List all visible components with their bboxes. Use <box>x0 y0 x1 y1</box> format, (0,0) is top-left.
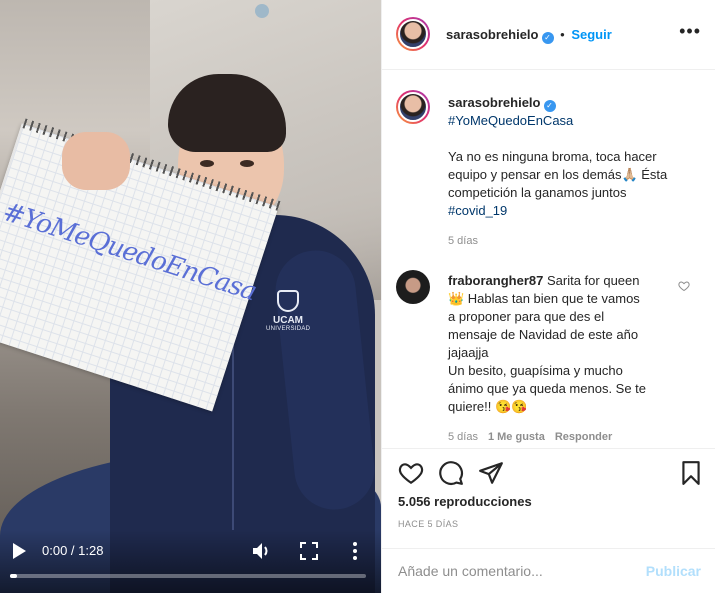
comment-line: Un besito, guapísima y mucho <box>448 363 623 378</box>
caption-hashtag-covid[interactable]: #covid_19 <box>448 202 678 220</box>
comment-line: 👑 Hablas tan bien que te vamos <box>448 291 640 306</box>
comment-likes[interactable]: 1 Me gusta <box>488 431 545 443</box>
comment-icon[interactable] <box>438 460 464 486</box>
post-video[interactable]: UCAM UNIVERSIDAD #YoMeQuedoEnCasa 0:00 /… <box>0 0 381 593</box>
comment-line: ánimo que ya queda menos. Se te <box>448 381 647 396</box>
video-controls: 0:00 / 1:28 <box>0 530 381 593</box>
header-user: sarasobrehielo ✓ • Seguir <box>446 27 612 44</box>
fullscreen-icon[interactable] <box>300 542 318 560</box>
video-time: 0:00 / 1:28 <box>42 543 104 558</box>
comment-time: 5 días <box>448 431 478 443</box>
add-comment-bar: Publicar <box>382 548 715 593</box>
comment-line: mensaje de Navidad de este año <box>448 327 639 342</box>
caption-line: competición la ganamos juntos <box>448 185 627 200</box>
comment-meta: 5 días 1 Me gusta Responder <box>448 428 678 446</box>
comment-username[interactable]: fraborangher87 <box>448 273 543 288</box>
notebook-hashtag: #YoMeQuedoEnCasa <box>0 197 260 308</box>
avatar-image <box>398 19 428 49</box>
hand <box>62 132 130 190</box>
ceiling-lamp <box>255 4 269 18</box>
reply-button[interactable]: Responder <box>555 431 612 443</box>
follow-button[interactable]: Seguir <box>571 27 611 42</box>
verified-badge-icon: ✓ <box>541 32 554 44</box>
play-icon[interactable] <box>12 543 26 559</box>
comment-avatar[interactable] <box>396 270 430 304</box>
comment-content: fraborangher87 Sarita for queen 👑 Hablas… <box>448 272 678 446</box>
comment-line: quiere!! 😘😘 <box>448 399 528 414</box>
share-icon[interactable] <box>478 460 504 486</box>
header-separator: • <box>560 27 565 42</box>
caption-time: 5 días <box>448 235 478 247</box>
like-comment-heart-icon[interactable] <box>678 280 690 292</box>
video-progress-bar[interactable] <box>10 574 366 578</box>
post-sidebar: sarasobrehielo ✓ • Seguir ••• sarasobrehi… <box>381 0 715 593</box>
comment-line: jajaajja <box>448 345 489 360</box>
logo-subtext: UNIVERSIDAD <box>266 326 311 332</box>
ellipsis-icon[interactable]: ••• <box>679 22 701 40</box>
bookmark-icon[interactable] <box>678 460 704 486</box>
post-date[interactable]: HACE 5 DÍAS <box>398 519 458 529</box>
eye-right <box>240 160 254 167</box>
caption-content: sarasobrehielo ✓ #YoMeQuedoEnCasa Ya no e… <box>448 94 678 250</box>
verified-badge-icon: ✓ <box>543 100 556 112</box>
caption-username[interactable]: sarasobrehielo <box>448 95 541 110</box>
ucam-logo: UCAM UNIVERSIDAD <box>266 290 310 333</box>
volume-icon[interactable] <box>252 542 272 560</box>
more-options-icon[interactable] <box>350 541 360 561</box>
comment-line: a proponer para que des el <box>448 309 605 324</box>
comment-text: Sarita for queen <box>543 273 640 288</box>
avatar-image <box>398 92 428 122</box>
post-actions: 5.056 reproducciones HACE 5 DÍAS <box>382 448 715 548</box>
heart-icon[interactable] <box>398 460 424 486</box>
avatar-image <box>396 270 430 304</box>
eye-left <box>200 160 214 167</box>
video-progress-fill <box>10 574 18 578</box>
comment-item: fraborangher87 Sarita for queen 👑 Hablas… <box>396 270 702 448</box>
shield-icon <box>277 290 299 312</box>
caption-line: equipo y pensar en los demás🙏🏼 Ésta <box>448 167 668 182</box>
comment-input[interactable] <box>398 561 628 581</box>
post-header: sarasobrehielo ✓ • Seguir ••• <box>382 0 715 70</box>
header-username[interactable]: sarasobrehielo <box>446 27 539 42</box>
comments-list: sarasobrehielo ✓ #YoMeQuedoEnCasa Ya no e… <box>382 70 715 448</box>
views-count[interactable]: 5.056 reproducciones <box>398 494 532 509</box>
logo-text: UCAM <box>273 315 303 326</box>
caption-hashtag[interactable]: #YoMeQuedoEnCasa <box>448 112 678 130</box>
publish-button[interactable]: Publicar <box>646 563 701 579</box>
avatar[interactable] <box>396 17 430 51</box>
caption-avatar[interactable] <box>396 90 430 124</box>
caption: sarasobrehielo ✓ #YoMeQuedoEnCasa Ya no e… <box>396 90 702 260</box>
caption-line: Ya no es ninguna broma, toca hacer <box>448 149 657 164</box>
